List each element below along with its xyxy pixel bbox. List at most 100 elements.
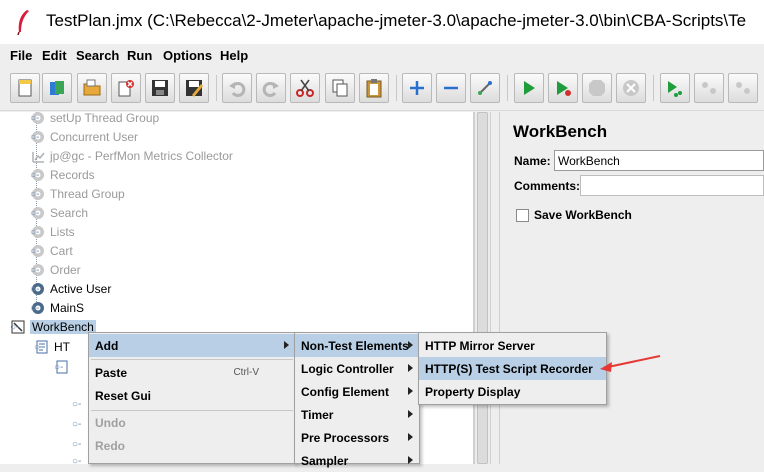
menu-search[interactable]: Search xyxy=(76,48,119,63)
remote-start-icon xyxy=(668,81,682,97)
tree-node-lists[interactable]: ○- Lists xyxy=(30,223,75,241)
annotation-arrow xyxy=(600,355,661,372)
menu-help[interactable]: Help xyxy=(220,48,248,63)
tree-node-thread-group[interactable]: ○- Thread Group xyxy=(30,185,125,203)
submenu-arrow-icon xyxy=(408,456,413,464)
close-icon xyxy=(118,80,134,97)
templates-icon xyxy=(50,81,64,95)
add-submenu: Non-Test Elements Logic Controller Confi… xyxy=(294,332,420,468)
templates-button[interactable] xyxy=(42,73,72,103)
start-button[interactable] xyxy=(514,73,544,103)
menu-item-sampler[interactable]: Sampler xyxy=(295,449,419,472)
menu-item-config-element[interactable]: Config Element xyxy=(295,380,419,403)
menu-file[interactable]: File xyxy=(10,48,32,63)
tree-node-records[interactable]: ○- Records xyxy=(30,166,95,184)
tree-node-http-recorder[interactable]: ○- HT xyxy=(34,338,70,356)
menu-item-http-test-script-recorder[interactable]: HTTP(S) Test Script Recorder xyxy=(419,357,606,380)
open-icon xyxy=(83,79,101,96)
remote-start-button[interactable] xyxy=(660,73,690,103)
copy-icon xyxy=(332,79,348,97)
new-icon xyxy=(18,79,32,97)
window-titlebar: TestPlan.jmx (C:\Rebecca\2-Jmeter\apache… xyxy=(0,0,764,44)
tree-node-child[interactable]: ○- xyxy=(54,358,70,376)
toolbar-separator xyxy=(653,75,654,101)
undo-button[interactable] xyxy=(222,73,252,103)
undo-icon xyxy=(229,82,246,97)
save-as-button[interactable] xyxy=(179,73,209,103)
menu-bar: File Edit Search Run Options Help xyxy=(0,44,764,66)
remote-stop-icon xyxy=(702,82,716,94)
menu-item-pre-processors[interactable]: Pre Processors xyxy=(295,426,419,449)
open-button[interactable] xyxy=(77,73,107,103)
start-no-pause-icon xyxy=(557,81,571,96)
submenu-arrow-icon xyxy=(408,410,413,418)
save-button[interactable] xyxy=(145,73,175,103)
submenu-arrow-icon xyxy=(408,341,413,349)
menu-separator xyxy=(91,359,293,360)
stop-button[interactable] xyxy=(582,73,612,103)
toggle-button[interactable] xyxy=(470,73,500,103)
save-workbench-label: Save WorkBench xyxy=(534,208,632,222)
collapse-all-button[interactable] xyxy=(436,73,466,103)
comments-label: Comments: xyxy=(514,179,581,193)
tree-node-perfmon-collector[interactable]: jp@gc - PerfMon Metrics Collector xyxy=(30,147,233,165)
start-icon xyxy=(524,81,535,95)
menu-options[interactable]: Options xyxy=(163,48,212,63)
jmeter-feather-icon xyxy=(17,10,29,35)
menu-item-paste[interactable]: Paste Ctrl-V xyxy=(89,361,295,384)
save-workbench-checkbox[interactable] xyxy=(516,209,529,222)
non-test-elements-submenu: HTTP Mirror Server HTTP(S) Test Script R… xyxy=(418,332,607,405)
redo-icon xyxy=(262,82,279,97)
tree-node-search[interactable]: ○- Search xyxy=(30,204,88,222)
copy-button[interactable] xyxy=(325,73,355,103)
tree-node-concurrent-user[interactable]: ○- Concurrent User xyxy=(30,128,138,146)
stop-icon xyxy=(589,80,605,96)
tree-node-setup-thread-group[interactable]: ○- setUp Thread Group xyxy=(30,109,159,127)
menu-item-timer[interactable]: Timer xyxy=(295,403,419,426)
window-title: TestPlan.jmx (C:\Rebecca\2-Jmeter\apache… xyxy=(46,11,747,30)
remote-stop-button[interactable] xyxy=(694,73,724,103)
expand-all-button[interactable] xyxy=(402,73,432,103)
menu-item-undo[interactable]: Undo xyxy=(89,411,295,434)
tree-node-workbench[interactable]: ○- WorkBench xyxy=(10,318,96,336)
menu-item-reset-gui[interactable]: Reset Gui xyxy=(89,384,295,407)
scrollbar-thumb[interactable] xyxy=(477,112,488,464)
tree-node-active-user[interactable]: ○- Active User xyxy=(30,280,111,298)
close-button[interactable] xyxy=(111,73,141,103)
menu-run[interactable]: Run xyxy=(127,48,152,63)
tree-node-mains[interactable]: ○- MainS xyxy=(30,299,84,317)
split-pane-divider[interactable] xyxy=(490,112,500,464)
shutdown-button[interactable] xyxy=(616,73,646,103)
context-menu: Add Paste Ctrl-V Reset Gui Undo Redo xyxy=(88,332,296,464)
chart-icon xyxy=(32,152,45,163)
paste-icon xyxy=(366,79,382,98)
save-icon xyxy=(152,80,168,96)
tree-node-order[interactable]: ○- Order xyxy=(30,261,81,279)
menu-item-non-test-elements[interactable]: Non-Test Elements xyxy=(295,334,419,357)
submenu-arrow-icon xyxy=(408,433,413,441)
new-button[interactable] xyxy=(10,73,40,103)
toggle-icon xyxy=(478,81,492,95)
cut-button[interactable] xyxy=(290,73,320,103)
paste-button[interactable] xyxy=(359,73,389,103)
toolbar-separator xyxy=(396,75,397,101)
toolbar-separator xyxy=(507,75,508,101)
menu-edit[interactable]: Edit xyxy=(42,48,67,63)
submenu-arrow-icon xyxy=(284,341,289,349)
tree-scrollbar[interactable] xyxy=(474,112,490,464)
menu-item-redo[interactable]: Redo xyxy=(89,434,295,457)
redo-button[interactable] xyxy=(256,73,286,103)
comments-field[interactable] xyxy=(580,175,764,196)
menu-item-add[interactable]: Add xyxy=(89,334,295,357)
submenu-arrow-icon xyxy=(408,387,413,395)
submenu-arrow-icon xyxy=(408,364,413,372)
name-field[interactable]: WorkBench xyxy=(554,150,764,171)
collapse-icon xyxy=(444,86,458,90)
menu-item-logic-controller[interactable]: Logic Controller xyxy=(295,357,419,380)
tree-node-cart[interactable]: ○- Cart xyxy=(30,242,73,260)
name-label: Name: xyxy=(514,154,551,168)
start-no-pauses-button[interactable] xyxy=(548,73,578,103)
menu-item-http-mirror-server[interactable]: HTTP Mirror Server xyxy=(419,334,606,357)
menu-item-property-display[interactable]: Property Display xyxy=(419,380,606,403)
remote-shutdown-button[interactable] xyxy=(728,73,758,103)
